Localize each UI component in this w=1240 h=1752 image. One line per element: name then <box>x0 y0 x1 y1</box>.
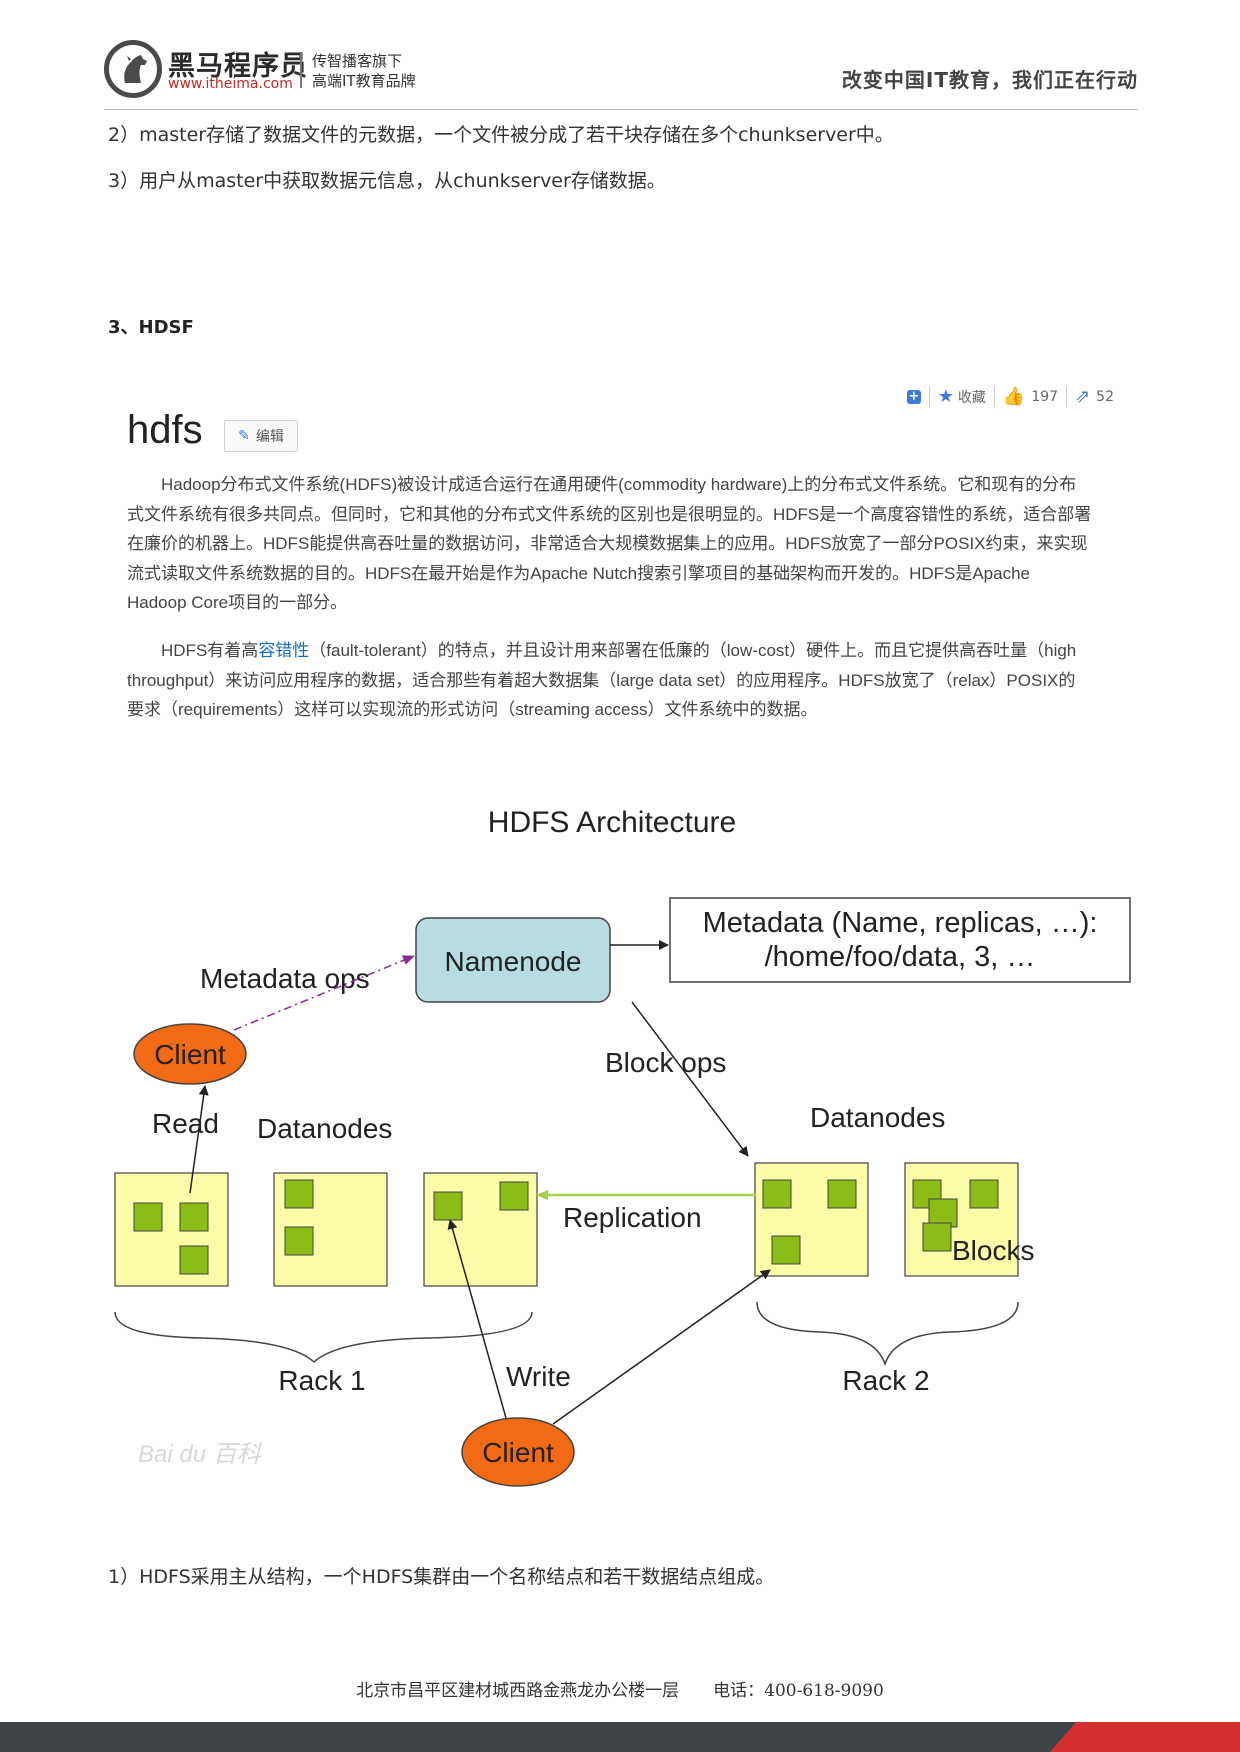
edit-label: 编辑 <box>255 429 284 445</box>
share-icon: ⇗ <box>1075 386 1091 407</box>
plus-icon: + <box>906 388 921 404</box>
star-icon: ★ <box>937 386 954 407</box>
fault-tolerance-link[interactable]: 容错性 <box>258 641 309 660</box>
baike-paragraph-1: Hadoop分布式文件系统(HDFS)被设计成适合运行在通用硬件(commodi… <box>127 470 1092 618</box>
write-label: Write <box>506 1361 571 1392</box>
share-button[interactable]: ⇗ 52 <box>1066 386 1122 407</box>
block <box>433 1191 463 1221</box>
block-ops-arrow <box>631 1001 749 1157</box>
baike-toolbar: + ★ 收藏 👍 197 ⇗ 52 <box>899 386 1122 407</box>
client-bottom-label: Client <box>482 1437 554 1468</box>
read-label: Read <box>152 1108 219 1139</box>
edit-button[interactable]: ✎ 编辑 <box>224 420 298 452</box>
footer-address: 北京市昌平区建材城西路金燕龙办公楼一层 电话：400-618-9090 <box>356 1681 884 1701</box>
favorite-button[interactable]: ★ 收藏 <box>928 386 994 407</box>
rack1-datanode-3 <box>423 1172 538 1287</box>
rack2-datanode-1 <box>754 1162 869 1277</box>
block <box>179 1245 209 1275</box>
thumbs-up-icon: 👍 <box>1002 386 1026 407</box>
baike-paragraph-2: HDFS有着高容错性（fault-tolerant）的特点，并且设计用来部署在低… <box>127 636 1092 725</box>
diagram-title: HDFS Architecture <box>488 806 736 839</box>
rack1-label: Rack 1 <box>278 1365 365 1396</box>
block <box>179 1202 209 1232</box>
hdfs-architecture-diagram: HDFS Architecture Namenode Metadata (Nam… <box>114 806 1131 1487</box>
block <box>771 1235 801 1265</box>
rack1-brace <box>114 1311 533 1364</box>
header-divider <box>104 109 1138 110</box>
share-count: 52 <box>1096 388 1114 405</box>
namenode-label: Namenode <box>445 946 582 977</box>
blocks-label: Blocks <box>952 1235 1034 1266</box>
paragraph-hdfs-master-slave: 1）HDFS采用主从结构，一个HDFS集群由一个名称结点和若干数据结点组成。 <box>108 1566 775 1588</box>
rack2-label: Rack 2 <box>842 1365 929 1396</box>
baidu-watermark: Bai du 百科 <box>138 1441 263 1468</box>
block <box>922 1222 952 1252</box>
paragraph-user-access: 3）用户从master中获取数据元信息，从chunkserver存储数据。 <box>108 170 666 192</box>
rack1-datanode-1 <box>114 1172 229 1287</box>
metadata-line2: /home/foo/data, 3, … <box>765 941 1036 973</box>
metadata-ops-label: Metadata ops <box>200 963 370 994</box>
brand-logo[interactable]: 黑马程序员 www.itheima.com 传智播客旗下 高端IT教育品牌 <box>104 38 524 98</box>
brand-slogan-line2: 高端IT教育品牌 <box>312 72 416 90</box>
pencil-icon: ✎ <box>238 428 250 444</box>
like-button[interactable]: 👍 197 <box>993 386 1066 407</box>
baike-paragraph-2-pre: HDFS有着高 <box>161 641 259 660</box>
favorite-label: 收藏 <box>957 389 986 406</box>
metadata-line1: Metadata (Name, replicas, …): <box>703 907 1098 939</box>
paragraph-master-metadata: 2）master存储了数据文件的元数据，一个文件被分成了若干块存储在多个chun… <box>108 124 894 146</box>
brand-slogan-line1: 传智播客旗下 <box>312 52 403 70</box>
block <box>499 1181 529 1211</box>
block <box>284 1179 314 1209</box>
replication-label: Replication <box>563 1202 702 1233</box>
footer-accent <box>1050 1722 1240 1752</box>
brand-divider <box>300 52 302 88</box>
block <box>762 1179 792 1209</box>
rack1-datanode-2 <box>273 1172 388 1287</box>
block-ops-label: Block ops <box>605 1047 726 1078</box>
rack2-brace <box>756 1301 1019 1367</box>
block <box>827 1179 857 1209</box>
block <box>133 1202 163 1232</box>
block <box>969 1179 999 1209</box>
brand-url[interactable]: www.itheima.com <box>168 76 293 92</box>
datanodes-right-label: Datanodes <box>810 1102 945 1133</box>
write-arrow-rack2 <box>552 1269 771 1425</box>
datanodes-left-label: Datanodes <box>257 1113 392 1144</box>
section-title: 3、HDSF <box>108 317 194 338</box>
add-button[interactable]: + <box>899 388 929 404</box>
horse-logo-icon <box>104 40 162 98</box>
like-count: 197 <box>1031 388 1059 405</box>
client-top-label: Client <box>154 1039 226 1070</box>
baike-paragraph-1-text: Hadoop分布式文件系统(HDFS)被设计成适合运行在通用硬件(commodi… <box>127 475 1092 612</box>
block <box>284 1226 314 1256</box>
header-tagline: 改变中国IT教育，我们正在行动 <box>841 68 1138 92</box>
baike-title: hdfs <box>127 408 203 452</box>
